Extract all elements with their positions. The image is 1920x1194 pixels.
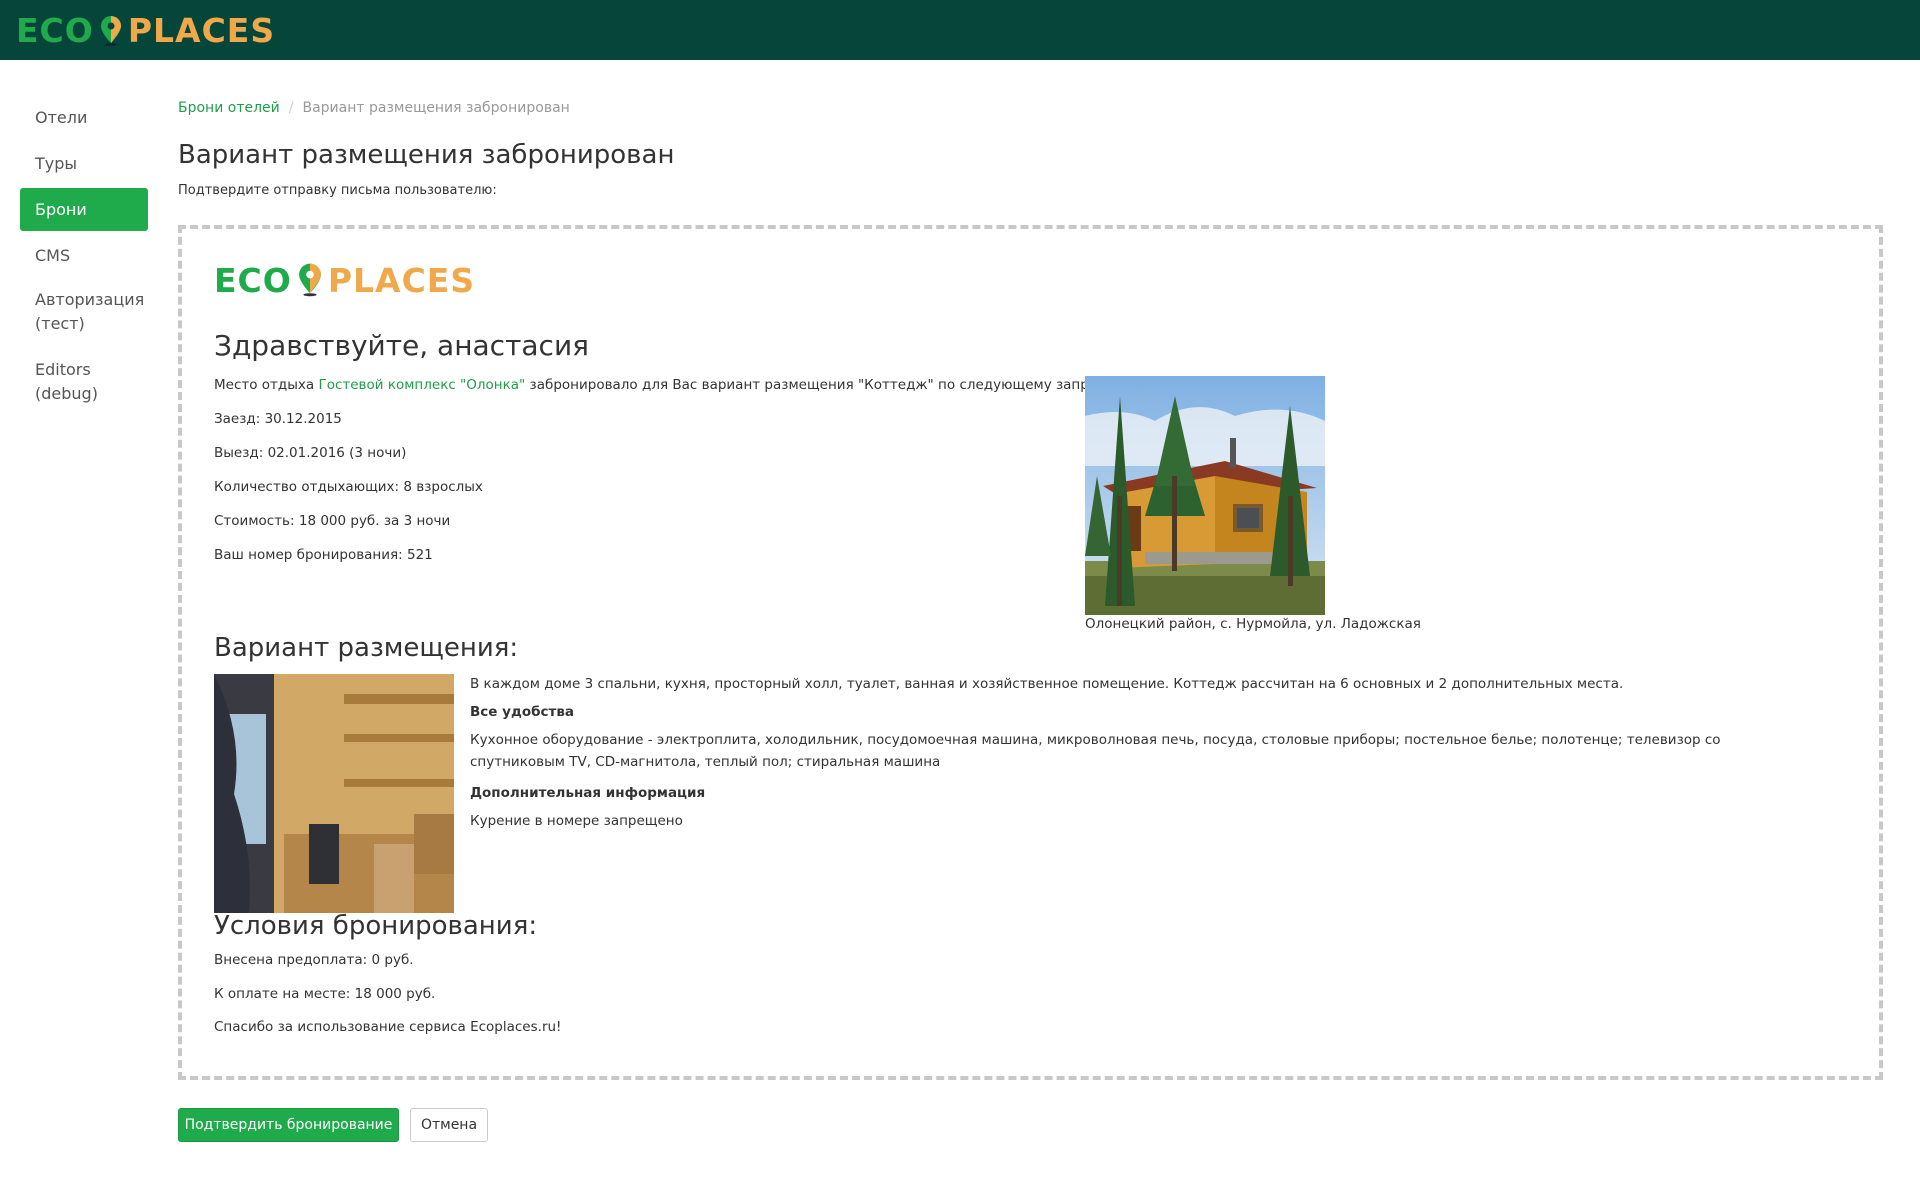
email-intro: Место отдыха Гостевой комплекс "Олонка" … (214, 377, 1117, 393)
extra-info-text: Курение в номере запрещено (470, 813, 683, 829)
page-subtitle: Подтвердите отправку письма пользователю… (178, 183, 497, 198)
cottage-photo (1085, 376, 1325, 615)
variant-description: В каждом доме 3 спальни, кухня, просторн… (470, 676, 1624, 692)
top-navbar: ECO PLACES (0, 0, 1920, 60)
email-intro-before: Место отдыха (214, 377, 319, 393)
confirm-booking-button[interactable]: Подтвердить бронирование (178, 1108, 399, 1142)
email-logo-eco-text: ECO (214, 260, 292, 300)
guests-count: Количество отдыхающих: 8 взрослых (214, 479, 483, 495)
email-brand-logo: ECO PLACES (214, 260, 476, 300)
conditions-heading: Условия бронирования: (214, 911, 538, 941)
amenities-heading: Все удобства (470, 704, 575, 720)
cancel-button[interactable]: Отмена (410, 1108, 488, 1142)
email-greeting: Здравствуйте, анастасия (214, 329, 589, 362)
brand-logo[interactable]: ECO PLACES (16, 10, 276, 50)
email-intro-after: забронировало для Вас вариант размещения… (525, 377, 1118, 393)
amenities-text: Кухонное оборудование - электроплита, хо… (470, 732, 1721, 770)
variant-heading: Вариант размещения: (214, 633, 519, 663)
sidebar-item-hotels[interactable]: Отели (20, 96, 148, 139)
page-title: Вариант размещения забронирован (178, 140, 675, 170)
sidebar-item-editors-debug[interactable]: Editors (debug) (20, 350, 148, 420)
on-site-payment: К оплате на месте: 18 000 руб. (214, 986, 436, 1002)
email-place-link[interactable]: Гостевой комплекс "Олонка" (318, 377, 525, 393)
extra-info-heading: Дополнительная информация (470, 785, 706, 801)
checkin-date: Заезд: 30.12.2015 (214, 411, 342, 427)
breadcrumb: Брони отелей / Вариант размещения забронир… (178, 100, 570, 116)
sidebar-item-auth-test[interactable]: Авторизация (тест) (20, 280, 148, 350)
booking-number: Ваш номер бронирования: 521 (214, 547, 433, 563)
map-pin-icon (298, 263, 322, 297)
breadcrumb-current: Вариант размещения забронирован (302, 100, 570, 116)
email-logo-places-text: PLACES (327, 260, 476, 300)
map-pin-icon (100, 15, 122, 46)
breadcrumb-link-hotel-bookings[interactable]: Брони отелей (178, 100, 280, 116)
prepayment-amount: Внесена предоплата: 0 руб. (214, 952, 414, 968)
checkout-date: Выезд: 02.01.2016 (3 ночи) (214, 445, 407, 461)
cottage-photo-caption: Олонецкий район, с. Нурмойла, ул. Ладожс… (1085, 616, 1421, 632)
sidebar-item-tours[interactable]: Туры (20, 142, 148, 185)
booking-price: Стоимость: 18 000 руб. за 3 ночи (214, 513, 451, 529)
breadcrumb-separator: / (288, 100, 294, 116)
thanks-message: Спасибо за использование сервиса Ecoplac… (214, 1019, 562, 1035)
sidebar-nav: Отели Туры Брони CMS Авторизация (тест) … (20, 96, 148, 420)
logo-places-text: PLACES (127, 10, 276, 50)
logo-eco-text: ECO (16, 10, 94, 50)
sidebar-item-cms[interactable]: CMS (20, 234, 148, 277)
sidebar-item-bookings[interactable]: Брони (20, 188, 148, 231)
interior-photo (214, 674, 454, 913)
